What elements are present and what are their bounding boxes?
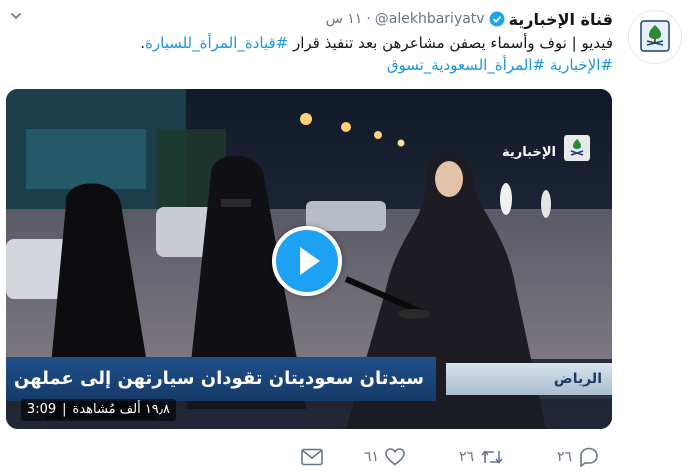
hashtag-link[interactable]: #قيادة_المرأة_للسيارة [145,34,288,52]
retweet-button[interactable]: ٢٦ [459,446,504,468]
tweet-card: قناة الإخبارية @alekhbariyatv · ١١ س فيد… [0,0,695,471]
retweet-count: ٢٦ [459,449,475,465]
chevron-down-icon[interactable] [10,10,22,22]
ticker-location: الرياض [446,363,612,395]
ticker-headline: سيدتان سعوديتان تقودان سيارتهن إلى عملهن [6,357,436,401]
news-ticker: سيدتان سعوديتان تقودان سيارتهن إلى عملهن… [6,357,612,401]
like-count: ٦١ [364,449,380,465]
channel-logo-text: الإخبارية [502,145,556,160]
channel-emblem-icon [629,11,681,63]
channel-logo-icon [564,135,590,161]
avatar[interactable] [628,10,682,64]
video-duration: 3:09 [26,402,57,417]
user-handle[interactable]: @alekhbariyatv [375,11,485,27]
reply-icon [580,447,598,467]
like-button[interactable]: ٦١ [364,446,405,468]
hashtag-link[interactable]: #الإخبارية [550,56,613,74]
verified-badge-icon [489,11,505,27]
tweet-time[interactable]: ١١ س [326,11,363,27]
tweet-actions: ٦١ ٢٦ ٢٦ [0,446,695,470]
play-button[interactable] [272,226,342,296]
play-icon [300,247,320,275]
tweet-header: قناة الإخبارية @alekhbariyatv · ١١ س [326,8,613,30]
hashtag-link[interactable]: #المرأة_السعودية_تسوق [387,56,545,74]
tweet-text-line-2: #الإخبارية #المرأة_السعودية_تسوق [13,54,613,76]
view-count: ١٩٫٨ ألف مُشاهدة [72,402,170,417]
video-player[interactable]: الإخبارية سيدتان سعوديتان تقودان سيارتهن… [6,89,612,429]
tweet-text: فيديو | نوف وأسماء يصفن مشاعرهن بعد تنفي… [13,32,613,76]
tweet-text-line-1: فيديو | نوف وأسماء يصفن مشاعرهن بعد تنفي… [13,32,613,54]
reply-count: ٢٦ [557,449,573,465]
badge-separator: | [62,402,67,417]
message-icon [301,448,323,466]
video-info-badge: ١٩٫٨ ألف مُشاهدة | 3:09 [20,399,176,421]
message-button[interactable] [301,446,323,468]
reply-button[interactable]: ٢٦ [557,446,600,468]
like-icon [385,448,405,466]
channel-watermark: الإخبارية [488,129,592,169]
retweet-icon [481,450,503,464]
tweet-text-body: فيديو | نوف وأسماء يصفن مشاعرهن بعد تنفي… [288,34,613,52]
separator-dot: · [366,11,371,27]
display-name[interactable]: قناة الإخبارية [509,10,613,29]
